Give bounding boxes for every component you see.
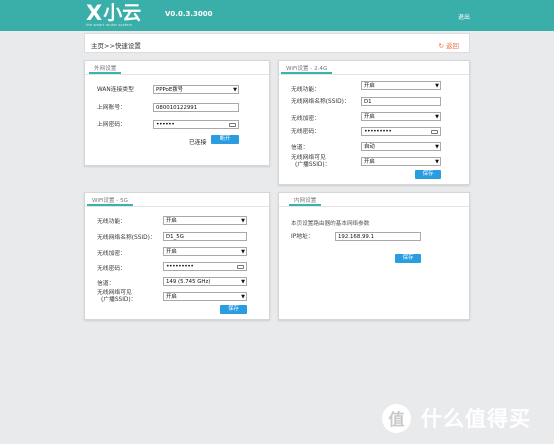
tab-divider: [85, 74, 269, 75]
wifi5-save-button[interactable]: 保存: [220, 305, 247, 314]
wifi5-encrypt-label: 无线加密：: [97, 251, 126, 257]
wifi5-channel-value: 149 (5.745 GHz): [166, 279, 211, 285]
tab-wan-settings[interactable]: 外网设置: [89, 61, 122, 74]
wifi5-enable-select[interactable]: 开启 ▼: [163, 216, 247, 225]
top-header-bar: X 小云 the smart router system V0.0.3.3000…: [0, 0, 554, 31]
broadcast-label-line1: 无线网络可见: [291, 155, 326, 161]
wifi5-broadcast-value: 开启: [166, 294, 177, 300]
wifi24-password-input[interactable]: •••••••••: [361, 127, 441, 136]
firmware-version: V0.0.3.3000: [165, 10, 213, 18]
logo-text: 小云: [103, 2, 142, 24]
wifi24-broadcast-value: 开启: [364, 159, 375, 165]
wifi5-password-input[interactable]: •••••••••: [163, 262, 247, 271]
site-watermark: 值 什么值得买: [382, 403, 531, 433]
wan-account-label: 上网账号：: [97, 105, 126, 111]
wan-account-input[interactable]: 080010122991: [153, 103, 239, 112]
connection-status: 已连接: [189, 140, 207, 146]
logo-tagline: the smart router system: [86, 23, 133, 27]
chevron-down-icon: ▼: [241, 279, 245, 285]
lan-ip-input[interactable]: 192.168.99.1: [335, 232, 421, 241]
tab-divider: [279, 74, 469, 75]
wifi24-password-value: •••••••••: [364, 128, 392, 135]
wifi24-channel-select[interactable]: 自动 ▼: [361, 142, 441, 151]
chevron-down-icon: ▼: [435, 83, 439, 89]
logout-link[interactable]: 退出: [458, 12, 470, 21]
wifi5-encrypt-select[interactable]: 开启 ▼: [163, 247, 247, 256]
wifi24-broadcast-select[interactable]: 开启 ▼: [361, 157, 441, 166]
broadcast-label-line2: (广播SSID)：: [101, 297, 137, 303]
breadcrumb: 主页>>快速设置: [91, 42, 141, 50]
wan-password-input[interactable]: ••••••: [153, 120, 239, 129]
keyboard-icon[interactable]: [431, 130, 438, 134]
wifi24-ssid-label: 无线网络名称(SSID)：: [291, 99, 350, 105]
chevron-down-icon: ▼: [435, 114, 439, 120]
wan-password-value: ••••••: [156, 121, 175, 128]
brand-logo: X 小云 the smart router system: [86, 2, 141, 28]
keyboard-icon[interactable]: [237, 265, 244, 269]
wifi24-ssid-input[interactable]: D1: [361, 97, 441, 106]
keyboard-icon[interactable]: [229, 123, 236, 127]
wifi24-password-label: 无线密码：: [291, 129, 320, 135]
broadcast-label-line1: 无线网络可见: [97, 290, 132, 296]
wan-password-label: 上网密码：: [97, 122, 126, 128]
wifi5-ssid-input[interactable]: D1_5G: [163, 232, 247, 241]
lan-ip-label: IP地址：: [291, 234, 314, 240]
wifi24-channel-label: 信道：: [291, 145, 309, 151]
logo-x-mark: X: [86, 1, 102, 25]
tab-wifi-24g[interactable]: WiFi设置 - 2.4G: [281, 61, 333, 74]
wifi24-enable-label: 无线功能：: [291, 87, 320, 93]
back-arrow-icon: ↻: [438, 42, 444, 50]
chevron-down-icon: ▼: [241, 294, 245, 300]
wifi5-encrypt-value: 开启: [166, 249, 177, 255]
wifi-24g-panel: WiFi设置 - 2.4G 无线功能： 开启 ▼ 无线网络名称(SSID)： D…: [278, 60, 470, 185]
back-label: 返回: [446, 42, 459, 50]
wan-type-select[interactable]: PPPoE拨号 ▼: [153, 85, 239, 94]
wifi24-save-button[interactable]: 保存: [415, 170, 441, 179]
chevron-down-icon: ▼: [435, 144, 439, 150]
chevron-down-icon: ▼: [241, 218, 245, 224]
disconnect-button[interactable]: 断开: [211, 135, 239, 144]
wifi5-enable-value: 开启: [166, 218, 177, 224]
wifi5-broadcast-label: 无线网络可见 (广播SSID)：: [97, 290, 136, 304]
wifi5-broadcast-select[interactable]: 开启 ▼: [163, 292, 247, 301]
wifi24-encrypt-select[interactable]: 开启 ▼: [361, 112, 441, 121]
lan-settings-panel: 内网设置 本页设置路由器的基本网络参数 IP地址： 192.168.99.1 保…: [278, 192, 470, 320]
lan-description: 本页设置路由器的基本网络参数: [291, 221, 370, 227]
chevron-down-icon: ▼: [241, 249, 245, 255]
broadcast-label-line2: (广播SSID)：: [295, 162, 331, 168]
tab-divider: [279, 206, 469, 207]
tab-lan-settings[interactable]: 内网设置: [289, 193, 322, 206]
wan-type-value: PPPoE拨号: [156, 87, 184, 93]
watermark-text: 什么值得买: [421, 407, 531, 431]
wifi24-encrypt-value: 开启: [364, 114, 375, 120]
zhi-badge-icon: 值: [382, 403, 411, 433]
chevron-down-icon: ▼: [435, 159, 439, 165]
wifi-5g-panel: WiFi设置 - 5G 无线功能： 开启 ▼ 无线网络名称(SSID)： D1_…: [84, 192, 270, 320]
wifi24-enable-value: 开启: [364, 83, 375, 89]
wifi5-password-label: 无线密码：: [97, 266, 126, 272]
wifi5-channel-label: 信道：: [97, 281, 115, 287]
wifi24-encrypt-label: 无线加密：: [291, 116, 320, 122]
wan-type-label: WAN连接类型: [97, 87, 134, 93]
tab-divider: [85, 206, 269, 207]
wifi24-channel-value: 自动: [364, 144, 375, 150]
wifi24-enable-select[interactable]: 开启 ▼: [361, 81, 441, 90]
wifi24-broadcast-label: 无线网络可见 (广播SSID)：: [291, 155, 330, 169]
back-link[interactable]: ↻ 返回: [438, 40, 459, 50]
wifi5-password-value: •••••••••: [166, 263, 194, 270]
lan-save-button[interactable]: 保存: [395, 254, 421, 263]
chevron-down-icon: ▼: [233, 87, 237, 93]
tab-wifi-5g[interactable]: WiFi设置 - 5G: [87, 193, 133, 206]
wifi5-enable-label: 无线功能：: [97, 219, 126, 225]
wifi5-channel-select[interactable]: 149 (5.745 GHz) ▼: [163, 277, 247, 286]
wan-settings-panel: 外网设置 WAN连接类型 PPPoE拨号 ▼ 上网账号： 08001012299…: [84, 60, 270, 166]
breadcrumb-bar: 主页>>快速设置 ↻ 返回: [84, 33, 470, 53]
wifi5-ssid-label: 无线网络名称(SSID)：: [97, 235, 156, 241]
